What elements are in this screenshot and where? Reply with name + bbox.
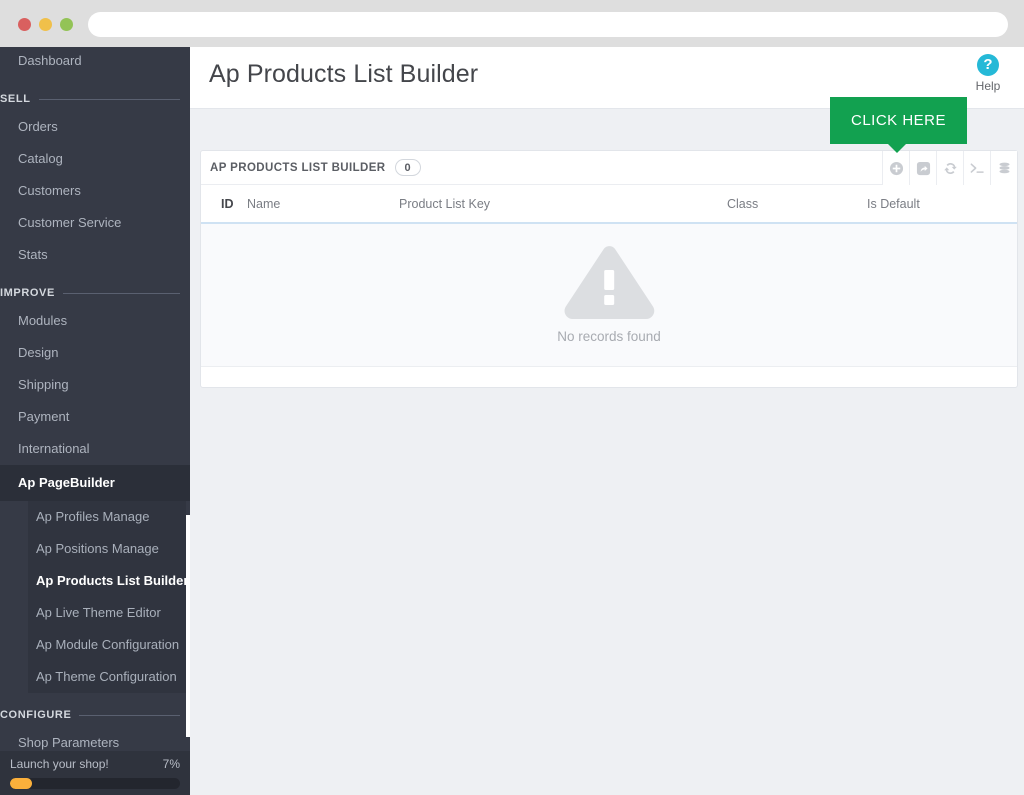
callout-arrow-icon: [888, 144, 906, 153]
terminal-icon[interactable]: [963, 151, 990, 185]
sidebar-item-label: Customer Service: [18, 215, 122, 230]
column-header-id[interactable]: ID: [201, 185, 247, 224]
sidebar-submenu-ap-pagebuilder: Ap Profiles Manage Ap Positions Manage A…: [28, 501, 189, 693]
sidebar-item-customers[interactable]: Customers: [0, 175, 190, 207]
sidebar-item-label: Catalog: [18, 151, 63, 166]
panel-toolbar: [882, 151, 1017, 185]
empty-state-text: No records found: [557, 329, 661, 345]
sidebar-section-label: SELL: [0, 93, 31, 105]
column-header-is-default[interactable]: Is Default: [867, 185, 1017, 224]
sidebar-section-label: IMPROVE: [0, 287, 55, 299]
sidebar-item-label: Payment: [18, 409, 70, 424]
database-icon[interactable]: [990, 151, 1017, 185]
sidebar-item-customer-service[interactable]: Customer Service: [0, 207, 190, 239]
url-input[interactable]: [88, 12, 1008, 37]
records-panel: AP PRODUCTS LIST BUILDER 0 ID Name Produ…: [200, 150, 1018, 388]
minimize-window-button[interactable]: [39, 18, 52, 31]
sidebar-item-label: Dashboard: [18, 53, 82, 68]
sidebar-item-label: Shipping: [18, 377, 69, 392]
refresh-icon[interactable]: [936, 151, 963, 185]
sidebar-subitem-label: Ap Profiles Manage: [36, 509, 150, 524]
sidebar-subitem-ap-products-list-builder[interactable]: Ap Products List Builder: [28, 565, 189, 597]
window-traffic-lights: [18, 18, 73, 31]
sidebar-item-modules[interactable]: Modules: [0, 305, 190, 337]
sidebar-section-sell: SELL: [0, 77, 190, 111]
maximize-window-button[interactable]: [60, 18, 73, 31]
launch-shop-percent: 7%: [162, 757, 180, 771]
warning-triangle-icon: [564, 246, 654, 320]
empty-state-cell: No records found: [201, 223, 1017, 367]
launch-shop-progress[interactable]: Launch your shop! 7%: [0, 751, 190, 795]
section-divider: [62, 292, 180, 294]
sidebar-subitem-ap-theme-configuration[interactable]: Ap Theme Configuration: [28, 661, 186, 693]
sidebar-item-dashboard[interactable]: Dashboard: [0, 47, 190, 77]
question-mark-icon: ?: [977, 54, 999, 76]
sidebar-item-catalog[interactable]: Catalog: [0, 143, 190, 175]
sidebar-item-international[interactable]: International: [0, 433, 190, 465]
sidebar-item-orders[interactable]: Orders: [0, 111, 190, 143]
application-viewport: Dashboard SELL Orders Catalog Customers …: [0, 47, 1024, 795]
sidebar-item-ap-pagebuilder[interactable]: Ap PageBuilder: [0, 465, 190, 501]
section-divider: [38, 98, 180, 100]
sidebar-item-label: Ap PageBuilder: [18, 475, 115, 490]
sidebar-item-label: International: [18, 441, 90, 456]
column-header-product-list-key[interactable]: Product List Key: [399, 185, 727, 224]
panel-title: AP PRODUCTS LIST BUILDER: [210, 161, 386, 174]
export-icon[interactable]: [909, 151, 936, 185]
column-header-name[interactable]: Name: [247, 185, 399, 224]
callout-label: CLICK HERE: [850, 112, 947, 129]
empty-state-row: No records found: [201, 223, 1017, 367]
page-title: Ap Products List Builder: [209, 60, 479, 88]
sidebar-item-label: Shop Parameters: [18, 735, 120, 750]
section-divider: [79, 714, 180, 716]
sidebar-section-configure: CONFIGURE: [0, 693, 190, 727]
add-new-icon[interactable]: [882, 151, 909, 185]
sidebar-item-shipping[interactable]: Shipping: [0, 369, 190, 401]
sidebar-item-label: Customers: [18, 183, 81, 198]
browser-chrome: [0, 0, 1024, 47]
launch-shop-progress-fill: [10, 778, 32, 789]
records-table: ID Name Product List Key Class Is Defaul…: [201, 185, 1017, 367]
main-content-area: Ap Products List Builder ? Help CLICK HE…: [190, 47, 1024, 795]
record-count-badge: 0: [394, 159, 421, 176]
sidebar-item-payment[interactable]: Payment: [0, 401, 190, 433]
table-header-row: ID Name Product List Key Class Is Defaul…: [201, 185, 1017, 224]
column-header-class[interactable]: Class: [727, 185, 867, 224]
sidebar-subitem-label: Ap Products List Builder: [36, 573, 189, 588]
sidebar-subitem-label: Ap Module Configuration: [36, 637, 180, 652]
sidebar-section-label: CONFIGURE: [0, 709, 72, 721]
sidebar-subitem-label: Ap Positions Manage: [36, 541, 159, 556]
sidebar-subitem-ap-profiles-manage[interactable]: Ap Profiles Manage: [28, 501, 186, 533]
help-button[interactable]: ? Help: [964, 54, 1012, 93]
sidebar-section-improve: IMPROVE: [0, 271, 190, 305]
sidebar-item-label: Stats: [18, 247, 48, 262]
sidebar-subitem-ap-positions-manage[interactable]: Ap Positions Manage: [28, 533, 186, 565]
click-here-callout[interactable]: CLICK HERE: [830, 97, 967, 144]
table-body: No records found: [201, 223, 1017, 367]
help-label: Help: [975, 79, 1001, 93]
main-sidebar: Dashboard SELL Orders Catalog Customers …: [0, 47, 190, 795]
sidebar-item-label: Orders: [18, 119, 58, 134]
close-window-button[interactable]: [18, 18, 31, 31]
sidebar-item-design[interactable]: Design: [0, 337, 190, 369]
launch-shop-progress-track: [10, 778, 180, 789]
sidebar-item-stats[interactable]: Stats: [0, 239, 190, 271]
panel-header: AP PRODUCTS LIST BUILDER 0: [201, 151, 1017, 185]
sidebar-item-label: Design: [18, 345, 59, 360]
sidebar-subitem-ap-module-configuration[interactable]: Ap Module Configuration: [28, 629, 186, 661]
sidebar-item-label: Modules: [18, 313, 68, 328]
sidebar-subitem-label: Ap Theme Configuration: [36, 669, 177, 684]
sidebar-subitem-ap-live-theme-editor[interactable]: Ap Live Theme Editor: [28, 597, 186, 629]
sidebar-subitem-label: Ap Live Theme Editor: [36, 605, 161, 620]
launch-shop-label: Launch your shop!: [10, 757, 109, 771]
